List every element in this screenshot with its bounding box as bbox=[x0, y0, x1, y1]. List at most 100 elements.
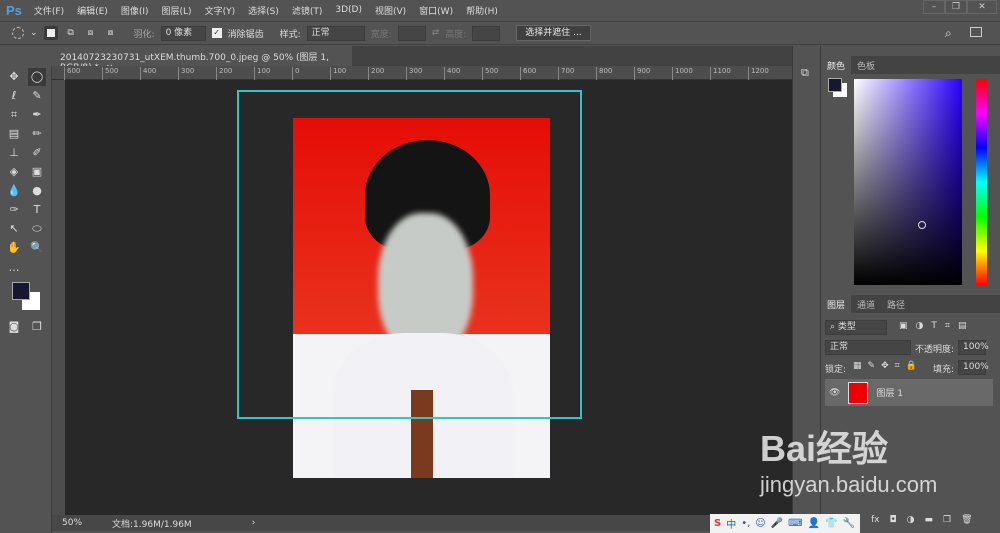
voice-icon[interactable]: 🎤 bbox=[771, 518, 783, 529]
workspace-icon[interactable] bbox=[970, 27, 982, 37]
vertical-ruler[interactable] bbox=[52, 80, 65, 515]
user-icon[interactable]: 👤 bbox=[808, 518, 820, 529]
screen-mode-icon[interactable]: ❐ bbox=[28, 318, 46, 336]
menu-help[interactable]: 帮助(H) bbox=[466, 4, 498, 17]
layer-name[interactable]: 图层 1 bbox=[876, 386, 903, 399]
hue-slider[interactable] bbox=[976, 79, 987, 285]
pixel-filter-icon[interactable]: ▣ bbox=[899, 321, 908, 331]
foreground-color-swatch[interactable] bbox=[12, 282, 30, 300]
restore-button[interactable]: ❐ bbox=[945, 0, 967, 14]
gradient-tool-icon[interactable]: ▣ bbox=[28, 163, 46, 181]
status-menu-arrow[interactable]: › bbox=[252, 518, 256, 528]
minimize-button[interactable]: – bbox=[923, 0, 945, 14]
history-panel-icon[interactable]: ⧉ bbox=[801, 66, 809, 80]
eyedropper-tool-icon[interactable]: ✒ bbox=[28, 106, 46, 124]
feather-input[interactable]: 0 像素 bbox=[160, 25, 206, 41]
visibility-eye-icon[interactable]: 👁 bbox=[829, 388, 840, 398]
antialias-checkbox[interactable]: ✓ bbox=[211, 28, 222, 38]
adjustment-filter-icon[interactable]: ◑ bbox=[916, 321, 924, 331]
tab-channels[interactable]: 通道 bbox=[851, 295, 881, 313]
color-field[interactable] bbox=[854, 79, 962, 285]
elliptical-marquee-preset-icon[interactable] bbox=[12, 27, 24, 39]
quick-mask-icon[interactable]: ◙ bbox=[5, 318, 23, 336]
menu-select[interactable]: 选择(S) bbox=[248, 4, 279, 17]
swap-icon[interactable]: ⇄ bbox=[432, 28, 440, 38]
document-tab[interactable]: 20140723230731_utXEM.thumb.700_0.jpeg @ … bbox=[52, 46, 352, 73]
group-folder-icon[interactable]: ▬ bbox=[924, 515, 933, 525]
dodge-tool-icon[interactable]: ● bbox=[28, 182, 46, 200]
tab-color[interactable]: 颜色 bbox=[821, 56, 852, 74]
lock-all-icon[interactable]: 🔒 bbox=[906, 361, 917, 371]
elliptical-marquee-tool-icon[interactable]: ◯ bbox=[28, 68, 46, 86]
chevron-down-icon[interactable]: ⌄ bbox=[30, 28, 38, 38]
skin-icon[interactable]: 👕 bbox=[825, 518, 837, 529]
keyboard-icon[interactable]: ⌨ bbox=[788, 518, 802, 529]
selection-rectangle[interactable] bbox=[237, 90, 582, 419]
fg-swatch[interactable] bbox=[828, 78, 842, 92]
ellipse-shape-icon[interactable]: ⬭ bbox=[28, 220, 46, 238]
height-input[interactable] bbox=[472, 25, 501, 41]
close-button[interactable]: ✕ bbox=[967, 0, 997, 14]
menu-view[interactable]: 视图(V) bbox=[375, 4, 406, 17]
lock-pixels-icon[interactable]: ✎ bbox=[868, 361, 876, 371]
menu-filter[interactable]: 滤镜(T) bbox=[292, 4, 323, 17]
trash-icon[interactable]: 🗑 bbox=[961, 515, 972, 525]
pen-tool-icon[interactable]: ✑ bbox=[5, 201, 23, 219]
fx-icon[interactable]: fx bbox=[871, 515, 880, 525]
color-picker-cursor[interactable] bbox=[918, 221, 926, 229]
select-and-mask-button[interactable]: 选择并遮住 ... bbox=[516, 25, 591, 41]
new-selection-icon[interactable] bbox=[43, 26, 58, 40]
ime-mode[interactable]: 中 bbox=[726, 516, 736, 531]
tab-layers[interactable]: 图层 bbox=[821, 295, 852, 313]
hand-tool-icon[interactable]: ✋ bbox=[5, 239, 23, 257]
blend-mode-select[interactable]: 正常 bbox=[825, 340, 911, 355]
lock-artboard-icon[interactable]: ⌗ bbox=[895, 361, 900, 371]
subtract-selection-icon[interactable]: ⧈ bbox=[84, 26, 98, 40]
settings-wrench-icon[interactable]: 🔧 bbox=[843, 518, 855, 529]
menu-window[interactable]: 窗口(W) bbox=[419, 4, 453, 17]
type-tool-icon[interactable]: T bbox=[28, 201, 46, 219]
width-input[interactable] bbox=[397, 25, 426, 41]
eraser-tool-icon[interactable]: ◈ bbox=[5, 163, 23, 181]
adjustment-layer-icon[interactable]: ◑ bbox=[907, 515, 915, 525]
history-brush-icon[interactable]: ✐ bbox=[28, 144, 46, 162]
menu-layer[interactable]: 图层(L) bbox=[162, 4, 192, 17]
mask-icon[interactable]: ◘ bbox=[890, 515, 897, 525]
opacity-input[interactable]: 100% bbox=[958, 340, 989, 355]
zoom-level[interactable]: 50% bbox=[62, 518, 82, 528]
add-selection-icon[interactable]: ⧉ bbox=[64, 26, 78, 40]
brush-tool-icon[interactable]: ✏ bbox=[28, 125, 46, 143]
new-layer-icon[interactable]: ❐ bbox=[943, 515, 951, 525]
smart-object-filter-icon[interactable]: ▤ bbox=[958, 321, 967, 331]
lasso-tool-icon[interactable]: ℓ bbox=[5, 87, 23, 105]
quick-select-tool-icon[interactable]: ✎ bbox=[28, 87, 46, 105]
menu-edit[interactable]: 编辑(E) bbox=[77, 4, 108, 17]
lock-transparent-icon[interactable]: ▦ bbox=[853, 361, 862, 371]
lock-position-icon[interactable]: ✥ bbox=[881, 361, 889, 371]
healing-brush-icon[interactable]: ▤ bbox=[5, 125, 23, 143]
zoom-tool-icon[interactable]: 🔍 bbox=[28, 239, 46, 257]
more-tools-icon[interactable]: … bbox=[5, 259, 23, 277]
tab-paths[interactable]: 路径 bbox=[881, 295, 911, 313]
menu-file[interactable]: 文件(F) bbox=[34, 4, 64, 17]
type-filter-icon[interactable]: T bbox=[931, 321, 937, 331]
style-select[interactable]: 正常 bbox=[306, 25, 365, 41]
layer-filter-select[interactable]: ⌕ 类型 bbox=[825, 320, 887, 335]
move-tool-icon[interactable]: ✥ bbox=[5, 68, 23, 86]
fill-input[interactable]: 100% bbox=[958, 360, 989, 375]
blur-tool-icon[interactable]: 💧 bbox=[5, 182, 23, 200]
horizontal-ruler[interactable]: 600 500 400 300 200 100 0 100 200 300 400 500 600 700… bbox=[52, 66, 792, 80]
emoji-icon[interactable]: ☺ bbox=[755, 518, 765, 529]
intersect-selection-icon[interactable]: ⧇ bbox=[104, 26, 118, 40]
sogou-logo-icon[interactable]: S bbox=[714, 518, 721, 529]
search-icon[interactable]: ⌕ bbox=[945, 26, 952, 41]
menu-type[interactable]: 文字(Y) bbox=[205, 4, 236, 17]
menu-image[interactable]: 图像(I) bbox=[121, 4, 149, 17]
tab-swatches[interactable]: 色板 bbox=[851, 56, 881, 74]
punctuation-icon[interactable]: •, bbox=[741, 518, 750, 529]
crop-tool-icon[interactable]: ⌗ bbox=[5, 106, 23, 124]
shape-filter-icon[interactable]: ⌗ bbox=[945, 321, 950, 331]
path-select-icon[interactable]: ↖ bbox=[5, 220, 23, 238]
stamp-tool-icon[interactable]: ⊥ bbox=[5, 144, 23, 162]
menu-3d[interactable]: 3D(D) bbox=[335, 5, 362, 15]
